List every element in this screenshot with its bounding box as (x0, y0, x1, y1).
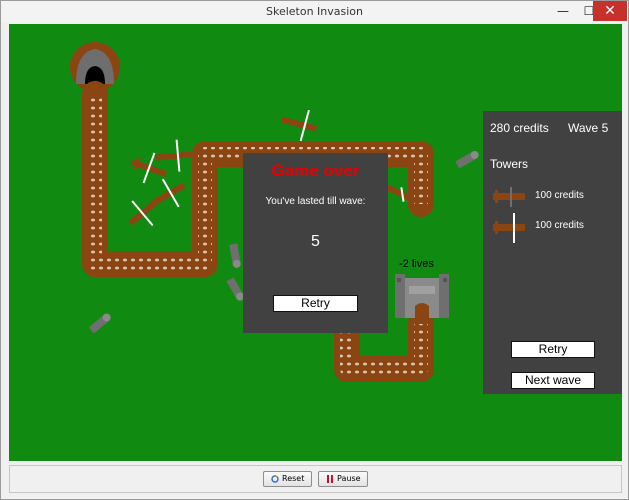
tower-option-crossbow[interactable]: 100 credits (489, 183, 619, 211)
pause-button[interactable]: Pause (318, 471, 368, 487)
wave-counter: Wave 5 (568, 121, 609, 135)
crossbow-tower-icon (493, 187, 525, 207)
minimize-button[interactable]: — (550, 1, 576, 21)
crossbow-tower[interactable] (155, 138, 194, 173)
game-over-message: You've lasted till wave: (265, 196, 366, 207)
tower-option-lightning-crossbow[interactable]: 100 credits (489, 213, 619, 243)
reset-label: Reset (282, 474, 305, 483)
skeleton-enemy (88, 313, 111, 334)
tower-price: 100 credits (535, 220, 584, 231)
title-bar: Skeleton Invasion — ☐ ✕ (1, 1, 628, 23)
crossbow-tower[interactable] (145, 171, 192, 217)
tower-shop-panel: 280 credits Wave 5 Towers 100 credits 10… (483, 111, 622, 394)
skeleton-enemy (455, 151, 479, 169)
panel-retry-button[interactable]: Retry (511, 341, 595, 358)
game-over-title: Game over (271, 161, 360, 180)
window-title: Skeleton Invasion (265, 5, 364, 18)
retry-button[interactable]: Retry (273, 295, 358, 312)
app-window: Skeleton Invasion — ☐ ✕ -2 lives Game ov… (0, 0, 629, 500)
pause-icon (327, 475, 333, 483)
towers-heading: Towers (490, 157, 529, 171)
lightning-crossbow-tower-icon (493, 213, 525, 243)
credits-counter: 280 credits (490, 121, 549, 135)
castle (395, 274, 449, 318)
game-over-dialog: Game over You've lasted till wave: 5 Ret… (243, 153, 388, 333)
crossbow-tower[interactable] (277, 104, 320, 144)
close-button[interactable]: ✕ (593, 1, 627, 21)
skeleton-enemy (229, 243, 241, 268)
reset-icon (271, 475, 279, 483)
reset-button[interactable]: Reset (263, 471, 312, 487)
bottom-toolbar (9, 465, 622, 493)
pause-label: Pause (337, 474, 361, 483)
lives-counter: -2 lives (399, 258, 434, 270)
next-wave-button[interactable]: Next wave (511, 372, 595, 389)
wave-reached: 5 (311, 233, 320, 250)
tower-price: 100 credits (535, 190, 584, 201)
